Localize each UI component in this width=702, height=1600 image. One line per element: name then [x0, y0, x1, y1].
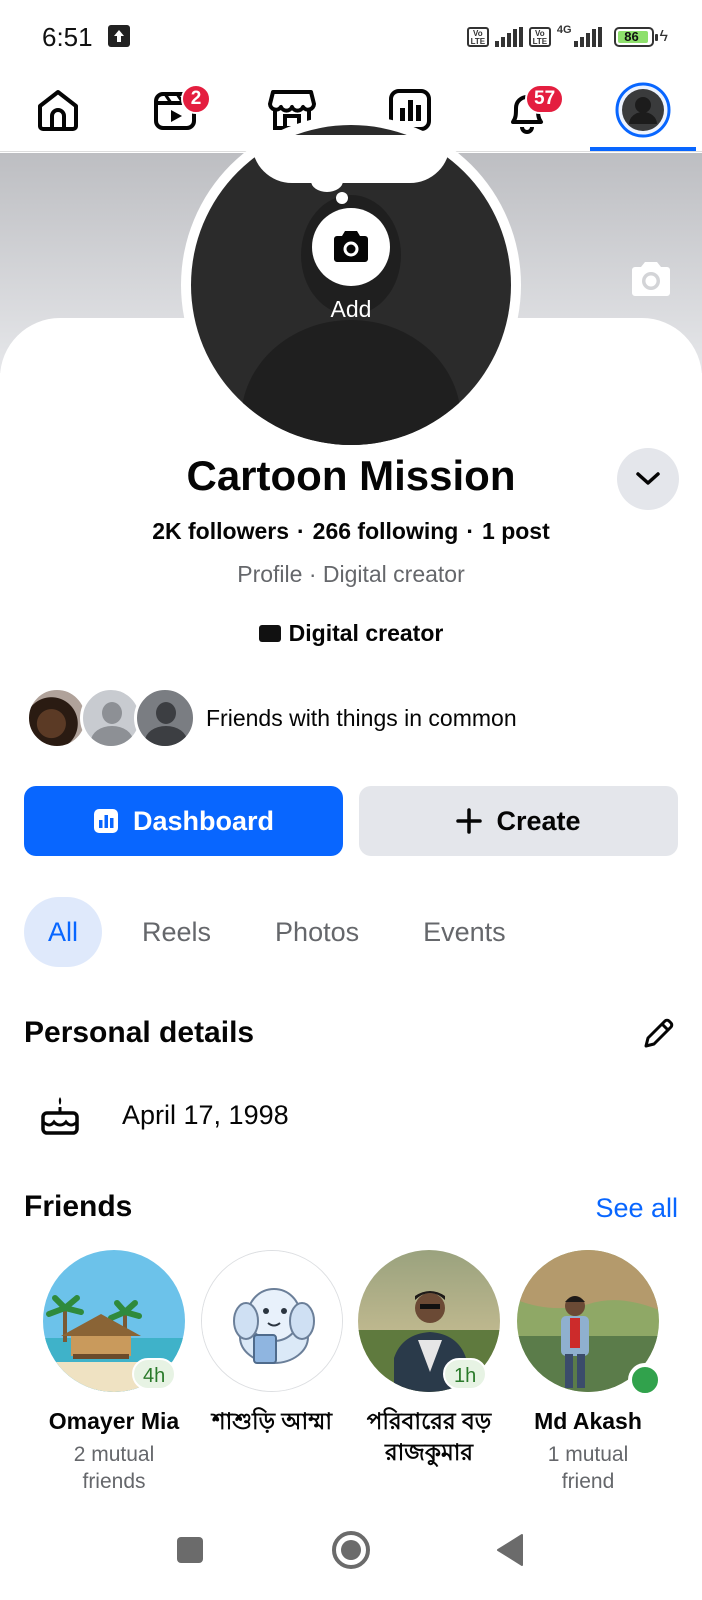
note-bubble-dot-small [336, 192, 348, 204]
following-count[interactable]: 266 following [313, 518, 459, 544]
category-label: Digital creator [288, 620, 444, 646]
friend-photo [201, 1250, 343, 1392]
mutual-friends-text: Friends with things in common [206, 704, 517, 731]
camera-icon [334, 231, 368, 262]
status-indicators: Vo LTE Vo LTE 4G 86 ϟ [466, 24, 668, 50]
note-bubble-dot [311, 170, 343, 192]
plus-icon [456, 808, 483, 834]
profile-category: Digital creator [0, 620, 702, 647]
notifications-badge: 57 [525, 84, 565, 114]
home-system-button[interactable] [321, 1520, 381, 1580]
system-navigation-bar [0, 1520, 702, 1600]
charging-icon: ϟ [659, 28, 668, 45]
tab-events[interactable]: Events [399, 897, 530, 967]
briefcase-icon [258, 625, 281, 642]
profile-tabs: All Reels Photos Events [24, 897, 546, 967]
dashboard-icon [93, 809, 118, 833]
friend-mutual-line1: 1 mutual [547, 1443, 629, 1466]
profile-stats: 2K followers · 266 following · 1 post [0, 518, 702, 545]
network-type: 4G [556, 24, 572, 36]
birthday-cake-icon [41, 1097, 79, 1135]
status-bar: 6:51 Vo LTE Vo LTE 4G 86 ϟ [0, 0, 702, 70]
friend-mutual: 2 mutual friends [34, 1441, 194, 1495]
tab-photos[interactable]: Photos [251, 897, 383, 967]
posts-count: 1 post [482, 518, 550, 544]
nav-profile[interactable] [613, 80, 673, 140]
video-badge: 2 [181, 84, 211, 114]
volte-icon-2: Vo LTE [528, 27, 551, 47]
pencil-icon [644, 1018, 674, 1048]
circle-icon [332, 1531, 370, 1569]
dashboard-button[interactable]: Dashboard [24, 786, 343, 856]
dashboard-label: Dashboard [132, 805, 275, 836]
status-time: 6:51 [42, 22, 93, 52]
friend-name: Omayer Mia [48, 1408, 180, 1434]
stats-separator: · [466, 518, 475, 544]
add-photo-button[interactable] [312, 208, 390, 286]
friend-active-time: 4h [132, 1358, 177, 1390]
home-icon [38, 90, 78, 131]
friend-card[interactable]: Md Akash 1 mutual friend [508, 1250, 668, 1495]
edit-details-button[interactable] [640, 1016, 676, 1057]
square-icon [177, 1537, 203, 1563]
avatar [80, 687, 142, 749]
profile-subtitle: Profile · Digital creator [237, 561, 465, 587]
upload-icon [108, 25, 130, 47]
friend-card[interactable]: শাশুড়ি আম্মা [192, 1250, 352, 1437]
personal-details-title: Personal details [24, 1016, 255, 1049]
see-all-friends-link[interactable]: See all [595, 1193, 678, 1224]
signal-icon-2 [573, 27, 602, 47]
friend-active-time: 1h [443, 1358, 488, 1390]
nav-active-indicator [590, 147, 696, 151]
friend-mutual-line2: friends [82, 1470, 146, 1493]
battery-icon: 86 [613, 27, 658, 47]
add-photo-label: Add [330, 296, 372, 322]
followers-count[interactable]: 2K followers [152, 518, 289, 544]
friend-name-line2: রাজকুমার [384, 1439, 474, 1465]
avatar [26, 687, 88, 749]
friend-name-line1: পরিবারের বড় [366, 1408, 492, 1434]
battery-level: 86 [624, 29, 639, 44]
friend-mutual: 1 mutual friend [508, 1441, 668, 1495]
signal-icon [494, 27, 523, 47]
tab-all[interactable]: All [24, 897, 103, 967]
mutual-friends-row[interactable]: Friends with things in common [26, 687, 517, 749]
stats-separator: · [297, 518, 305, 544]
profile-name: Cartoon Mission [186, 452, 516, 499]
create-button[interactable]: Create [359, 786, 678, 856]
nav-home[interactable] [28, 80, 88, 140]
friend-mutual-line1: 2 mutual [73, 1443, 155, 1466]
nav-video[interactable]: 2 [145, 80, 211, 140]
friend-name: শাশুড়ি আম্মা [211, 1408, 333, 1434]
birthday-text: April 17, 1998 [122, 1099, 289, 1130]
camera-icon [632, 262, 670, 296]
friends-title: Friends [24, 1190, 133, 1223]
avatar [134, 687, 196, 749]
create-label: Create [496, 805, 581, 836]
friend-card[interactable]: 4h Omayer Mia 2 mutual friends [34, 1250, 194, 1495]
friend-card[interactable]: 1h পরিবারের বড় রাজকুমার [349, 1250, 509, 1468]
volte-icon: Vo LTE [466, 27, 489, 47]
profile-options-button[interactable] [617, 448, 679, 510]
recents-button[interactable] [160, 1520, 220, 1580]
birthday-row: April 17, 1998 [38, 1090, 289, 1140]
note-bubble[interactable] [252, 135, 450, 183]
friend-mutual-line2: friend [561, 1470, 615, 1493]
cover-camera-button[interactable] [628, 260, 674, 303]
back-button[interactable] [480, 1520, 540, 1580]
nav-notifications[interactable]: 57 [497, 80, 565, 140]
friend-name: Md Akash [534, 1408, 642, 1434]
online-status-dot [628, 1363, 662, 1397]
friend-name: পরিবারের বড় রাজকুমার [349, 1406, 509, 1468]
chevron-down-icon [636, 472, 660, 485]
profile-icon [615, 82, 671, 138]
back-triangle-icon [497, 1534, 523, 1566]
tab-reels[interactable]: Reels [118, 897, 235, 967]
